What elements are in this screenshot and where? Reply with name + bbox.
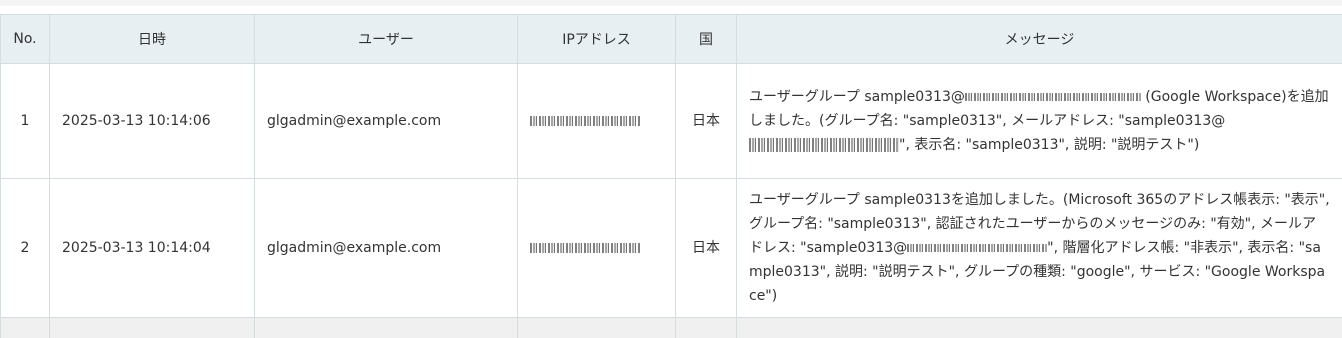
column-header-no[interactable]: No.	[1, 15, 50, 64]
column-header-datetime[interactable]: 日時	[50, 15, 255, 64]
table-cell	[737, 318, 1342, 338]
redacted-ip	[530, 116, 640, 126]
column-header-message[interactable]: メッセージ	[737, 15, 1342, 64]
audit-log-panel: No. 日時 ユーザー IPアドレス 国 メッセージ 1 2025-03-13 …	[0, 0, 1342, 317]
redacted-email-domain	[965, 93, 1141, 101]
row-ip	[518, 179, 676, 318]
row-datetime: 2025-03-13 10:14:06	[50, 64, 255, 179]
row-country: 日本	[676, 64, 737, 179]
row-user: glgadmin@example.com	[255, 179, 518, 318]
message-text-3: ", 表示名: "sample0313", 説明: "説明テスト")	[899, 137, 1199, 153]
table-cell	[50, 318, 255, 338]
row-message: ユーザーグループ sample0313@ (Google Workspace)を…	[737, 64, 1342, 179]
message-text-1: ユーザーグループ sample0313@	[749, 89, 965, 105]
table-cell	[255, 318, 518, 338]
table-cell	[1, 318, 50, 338]
table-cell	[676, 318, 737, 338]
table-cell	[518, 318, 676, 338]
table-row[interactable]: 1 2025-03-13 10:14:06 glgadmin@example.c…	[1, 64, 1342, 179]
row-number: 2	[1, 179, 50, 318]
column-header-ip[interactable]: IPアドレス	[518, 15, 676, 64]
table-row[interactable]: 2 2025-03-13 10:14:04 glgadmin@example.c…	[1, 179, 1342, 318]
redacted-ip	[530, 243, 640, 253]
table-header-row: No. 日時 ユーザー IPアドレス 国 メッセージ	[1, 15, 1342, 64]
row-number: 1	[1, 64, 50, 179]
row-ip	[518, 64, 676, 179]
row-message: ユーザーグループ sample0313を追加しました。(Microsoft 36…	[737, 179, 1342, 318]
table-row[interactable]	[1, 318, 1342, 338]
row-datetime: 2025-03-13 10:14:04	[50, 179, 255, 318]
column-header-user[interactable]: ユーザー	[255, 15, 518, 64]
redacted-email-domain	[907, 244, 1047, 252]
redacted-email-domain	[749, 138, 899, 152]
audit-log-table: No. 日時 ユーザー IPアドレス 国 メッセージ 1 2025-03-13 …	[0, 14, 1342, 338]
column-header-country[interactable]: 国	[676, 15, 737, 64]
row-country: 日本	[676, 179, 737, 318]
row-user: glgadmin@example.com	[255, 64, 518, 179]
